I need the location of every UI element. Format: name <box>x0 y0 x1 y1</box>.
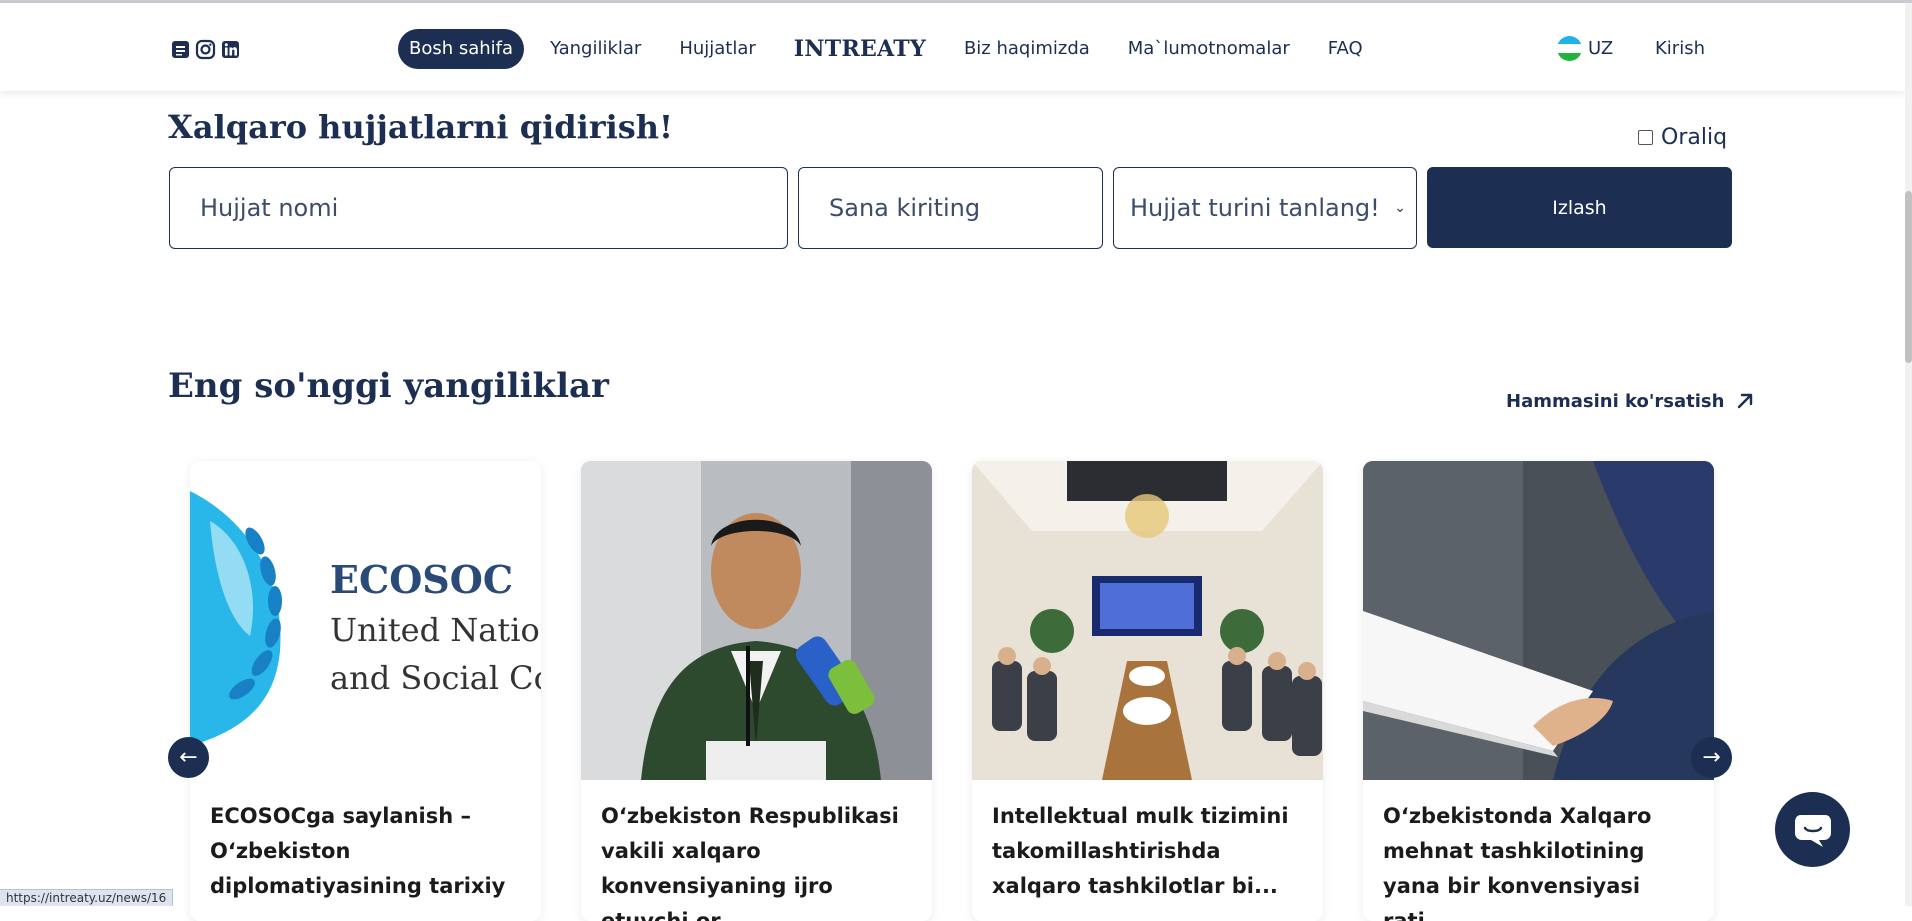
ecosoc-image-line3: and Social Cou <box>330 659 541 697</box>
news-card[interactable]: Intellektual mulk tizimini takomillashti… <box>972 461 1323 921</box>
official-speaking-image <box>581 461 932 780</box>
status-bar-url: https://intreaty.uz/news/16 <box>0 889 174 906</box>
carousel-prev-button[interactable]: ← <box>168 737 209 778</box>
chevron-down-icon: ⌄ <box>1394 200 1406 216</box>
news-card-caption[interactable]: Intellektual mulk tizimini takomillashti… <box>992 799 1312 904</box>
search-button[interactable]: Izlash <box>1427 167 1732 248</box>
nav-item-about[interactable]: Biz haqimizda <box>952 29 1102 69</box>
news-card[interactable]: O‘zbekiston Respublikasi vakili xalqaro … <box>581 461 932 921</box>
news-card[interactable]: O‘zbekistonda Xalqaro mehnat tashkilotin… <box>1363 461 1714 921</box>
news-card-caption[interactable]: ECOSOCga saylanish – O‘zbekiston diploma… <box>210 799 530 904</box>
language-label: UZ <box>1588 38 1614 59</box>
news-section-title: Eng so'nggi yangiliklar <box>168 366 609 406</box>
meeting-room-image <box>972 461 1323 780</box>
news-card-caption[interactable]: O‘zbekistonda Xalqaro mehnat tashkilotin… <box>1383 799 1703 921</box>
nav-item-faq[interactable]: FAQ <box>1316 29 1375 69</box>
nav-item-brand-intreaty[interactable]: INTREATY <box>782 29 938 69</box>
ecosoc-image-line1: ECOSOC <box>330 557 513 602</box>
nav-item-home[interactable]: Bosh sahifa <box>398 29 525 69</box>
search-title: Xalqaro hujjatlarni qidirish! <box>168 108 674 146</box>
document-hands-image <box>1363 461 1714 780</box>
news-card-caption[interactable]: O‘zbekiston Respublikasi vakili xalqaro … <box>601 799 921 921</box>
document-icon[interactable] <box>170 39 191 60</box>
date-placeholder: Sana kiriting <box>829 194 981 222</box>
arrow-up-right-icon <box>1738 393 1753 409</box>
range-label: Oraliq <box>1661 125 1728 150</box>
document-name-input[interactable]: Hujjat nomi <box>169 167 788 249</box>
login-link[interactable]: Kirish <box>1655 38 1705 59</box>
document-type-select[interactable]: Hujjat turini tanlang! ⌄ <box>1113 167 1417 249</box>
social-links <box>170 39 241 60</box>
site-header: Bosh sahifa Yangiliklar Hujjatlar INTREA… <box>0 3 1905 91</box>
scrollbar-thumb[interactable] <box>1905 191 1912 363</box>
date-input[interactable]: Sana kiriting <box>798 167 1103 249</box>
show-all-link[interactable]: Hammasini ko'rsatish <box>1506 390 1756 412</box>
chat-button[interactable] <box>1775 792 1850 867</box>
show-all-label: Hammasini ko'rsatish <box>1506 390 1725 412</box>
linkedin-icon[interactable] <box>220 39 241 60</box>
ecosoc-logo-image: ECOSOC United Nation and Social Cou <box>190 461 541 780</box>
page-scrollbar[interactable] <box>1905 3 1912 906</box>
range-checkbox[interactable] <box>1638 130 1653 145</box>
language-switcher[interactable]: UZ <box>1557 36 1613 61</box>
instagram-icon[interactable] <box>195 39 216 60</box>
news-card[interactable]: ECOSOC United Nation and Social Cou ECOS… <box>190 461 541 921</box>
ecosoc-image-line2: United Nation <box>330 611 541 649</box>
nav-item-references[interactable]: Ma`lumotnomalar <box>1116 29 1302 69</box>
document-type-selected: Hujjat turini tanlang! <box>1130 194 1380 222</box>
range-toggle[interactable]: Oraliq <box>1638 125 1727 150</box>
chat-bubble-icon <box>1794 814 1831 847</box>
main-nav: Bosh sahifa Yangiliklar Hujjatlar INTREA… <box>398 29 1389 69</box>
uzbekistan-flag-icon <box>1557 36 1582 61</box>
document-name-placeholder: Hujjat nomi <box>200 194 339 222</box>
carousel-next-button[interactable]: → <box>1691 737 1732 778</box>
nav-item-news[interactable]: Yangiliklar <box>538 29 653 69</box>
nav-item-documents[interactable]: Hujjatlar <box>667 29 767 69</box>
